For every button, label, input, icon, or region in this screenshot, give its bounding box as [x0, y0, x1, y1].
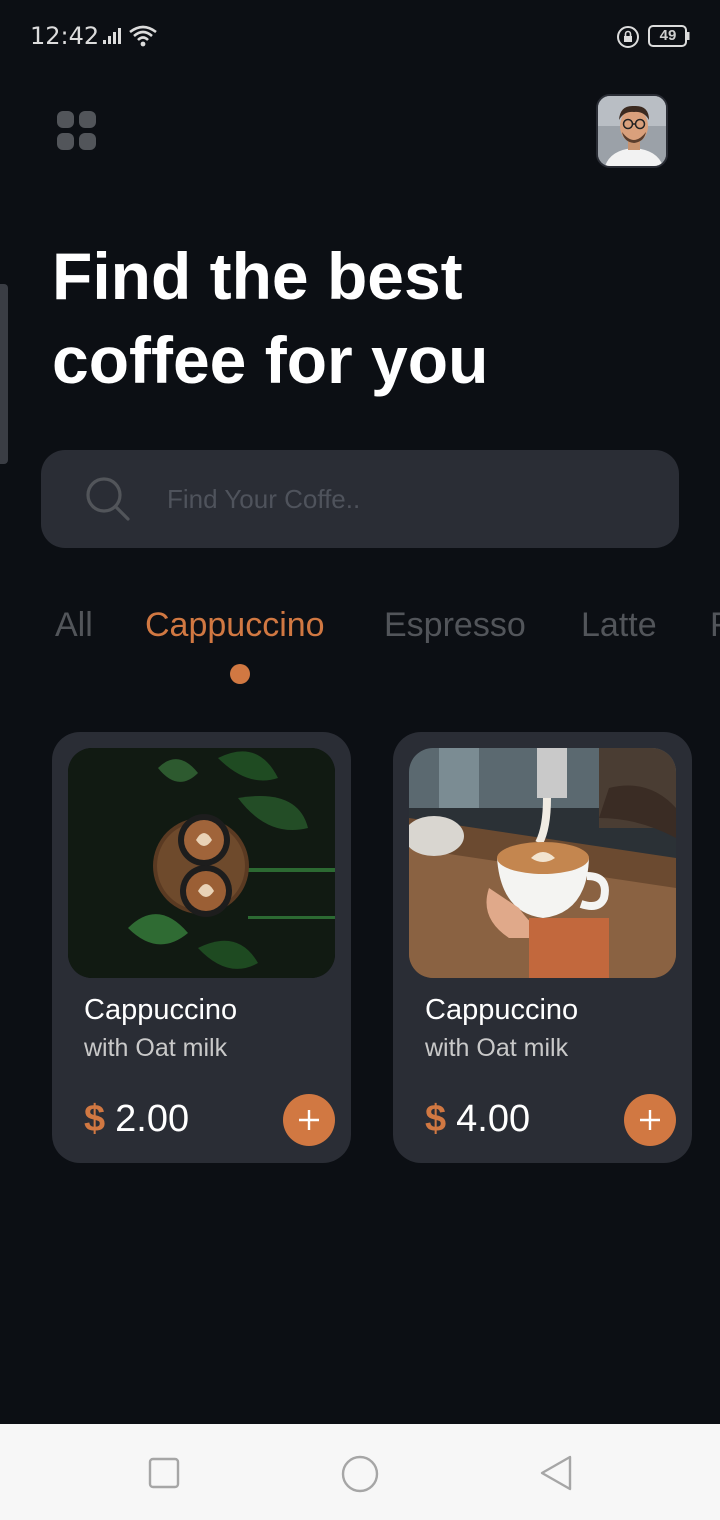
tab-espresso[interactable]: Espresso	[384, 606, 526, 645]
price-value: 2.00	[115, 1098, 190, 1140]
product-card[interactable]: Cappuccino with Oat milk $2.00	[52, 732, 351, 1163]
edge-panel-handle[interactable]	[0, 284, 8, 464]
product-price: $4.00	[425, 1098, 530, 1141]
price-value: 4.00	[456, 1098, 531, 1140]
page-title-line-2: coffee for you	[52, 323, 489, 397]
wifi-icon	[129, 25, 157, 47]
page-title: Find the best coffee for you	[52, 234, 652, 402]
battery-level: 49	[659, 27, 677, 44]
add-to-cart-button[interactable]	[283, 1094, 335, 1146]
status-time: 12:42	[30, 22, 100, 50]
system-nav-bar	[0, 1424, 720, 1520]
product-name: Cappuccino	[84, 994, 238, 1026]
product-image	[68, 748, 335, 978]
active-tab-indicator	[230, 664, 250, 684]
page-title-line-1: Find the best	[52, 239, 463, 313]
search-bar[interactable]	[41, 450, 679, 548]
tab-more[interactable]: F	[710, 606, 720, 645]
currency-symbol: $	[84, 1098, 106, 1140]
status-bar: 12:42 49	[0, 0, 720, 72]
avatar[interactable]	[596, 94, 668, 168]
add-to-cart-button[interactable]	[624, 1094, 676, 1146]
product-subtitle: with Oat milk	[425, 1034, 569, 1062]
lock-rotate-icon	[617, 26, 639, 48]
plus-icon	[299, 1110, 319, 1130]
currency-symbol: $	[425, 1098, 447, 1140]
tab-latte[interactable]: Latte	[581, 606, 657, 645]
product-subtitle: with Oat milk	[84, 1034, 228, 1062]
signal-icon	[103, 28, 121, 44]
menu-grid-icon[interactable]	[56, 110, 98, 152]
product-card[interactable]: Cappuccino with Oat milk $4.00	[393, 732, 692, 1163]
nav-home-icon[interactable]	[340, 1454, 380, 1494]
product-image	[409, 748, 676, 978]
search-icon	[86, 477, 130, 521]
product-price: $2.00	[84, 1098, 189, 1141]
search-input[interactable]	[167, 474, 647, 524]
category-tabs: All Cappuccino Espresso Latte F	[0, 600, 720, 700]
tab-cappuccino[interactable]: Cappuccino	[145, 606, 325, 645]
product-name: Cappuccino	[425, 994, 579, 1026]
tab-all[interactable]: All	[55, 606, 93, 645]
plus-icon	[640, 1110, 660, 1130]
nav-recents-icon[interactable]	[147, 1456, 181, 1490]
nav-back-icon[interactable]	[538, 1454, 574, 1492]
